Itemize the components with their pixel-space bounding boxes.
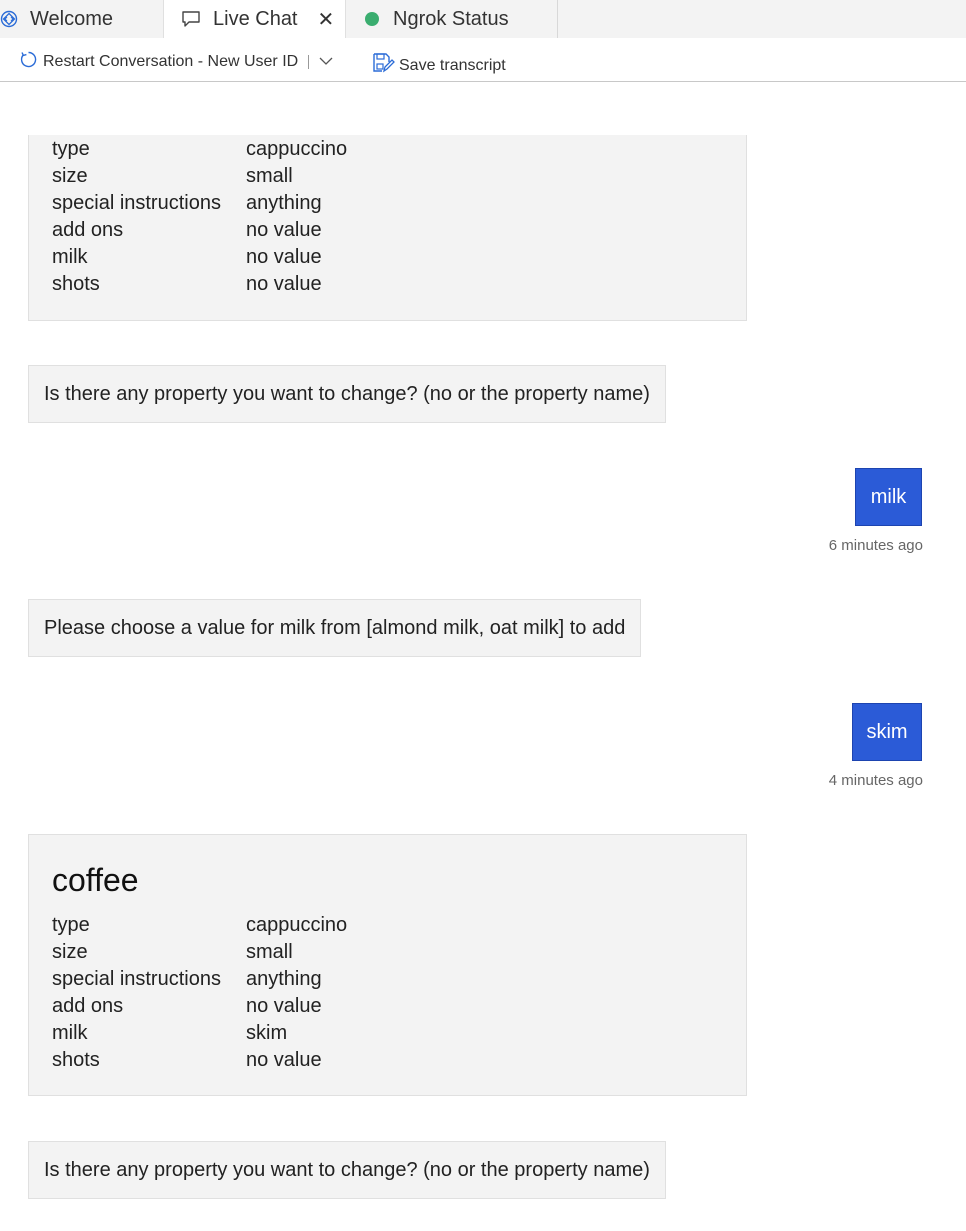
fact-key: shots [52,1049,100,1071]
fact-value: small [246,941,293,963]
bot-message: Is there any property you want to change… [28,1141,666,1199]
fact-value: no value [246,995,322,1017]
fact-key: add ons [52,219,124,241]
restart-icon [19,50,38,74]
fact-row: special instructions anything [52,190,347,217]
fact-key: special instructions [52,192,221,214]
adaptive-card: coffee type cappuccino size small special … [28,834,747,1096]
fact-key: special instructions [52,968,221,990]
fact-row: size small [52,163,347,190]
emulator-icon [0,10,18,28]
fact-row: size small [52,939,347,966]
fact-row: shots no value [52,271,347,298]
fact-row: type cappuccino [52,912,347,939]
card-title: coffee [52,862,139,898]
fact-set: type cappuccino size small special instruc… [52,136,347,298]
adaptive-card: type cappuccino size small special instruc… [28,135,747,321]
chat-transcript[interactable]: type cappuccino size small special instruc… [0,82,966,1231]
toolbar: Restart Conversation - New User ID Save … [0,38,966,82]
tab-label: Live Chat [213,7,298,30]
fact-key: type [52,138,90,160]
fact-value: cappuccino [246,138,348,160]
tab-ngrok-status[interactable]: Ngrok Status [346,0,558,38]
separator [308,55,310,69]
user-message: milk [855,468,922,526]
fact-value: no value [246,1049,322,1071]
fact-value: small [246,165,293,187]
fact-row: milk skim [52,1020,347,1047]
bot-message: Is there any property you want to change… [28,365,666,423]
fact-row: type cappuccino [52,136,347,163]
fact-key: add ons [52,995,124,1017]
restart-conversation-button[interactable]: Restart Conversation - New User ID [19,50,333,74]
message-timestamp: 4 minutes ago [828,772,923,789]
save-icon [372,52,395,79]
tab-label: Ngrok Status [393,7,509,30]
user-message: skim [852,703,922,761]
fact-value: no value [246,246,322,268]
status-dot-icon [365,12,379,26]
fact-row: shots no value [52,1047,347,1074]
fact-set: type cappuccino size small special instruc… [52,912,347,1074]
fact-value: anything [246,968,322,990]
tab-bar: Welcome Live Chat ✕ Ngrok Status [0,0,966,38]
restart-label: Restart Conversation - New User ID [43,53,299,70]
fact-key: type [52,914,90,936]
fact-key: size [52,165,88,187]
save-transcript-button[interactable]: Save transcript [372,52,506,79]
tab-welcome[interactable]: Welcome [0,0,164,38]
fact-key: milk [52,246,88,268]
fact-value: no value [246,219,322,241]
bot-message: Please choose a value for milk from [alm… [28,599,642,657]
fact-key: size [52,941,88,963]
fact-value: cappuccino [246,914,348,936]
fact-value: skim [246,1022,288,1044]
fact-row: add ons no value [52,217,347,244]
message-timestamp: 6 minutes ago [828,537,923,554]
fact-row: add ons no value [52,993,347,1020]
chevron-down-icon[interactable] [319,53,333,71]
fact-value: anything [246,192,322,214]
fact-key: milk [52,1022,88,1044]
chat-bubble-icon [181,10,201,28]
close-icon[interactable]: ✕ [318,7,335,32]
fact-value: no value [246,273,322,295]
save-label: Save transcript [399,56,506,74]
fact-row: special instructions anything [52,966,347,993]
tab-live-chat[interactable]: Live Chat ✕ [164,0,346,38]
fact-row: milk no value [52,244,347,271]
tab-label: Welcome [30,7,113,30]
fact-key: shots [52,273,100,295]
